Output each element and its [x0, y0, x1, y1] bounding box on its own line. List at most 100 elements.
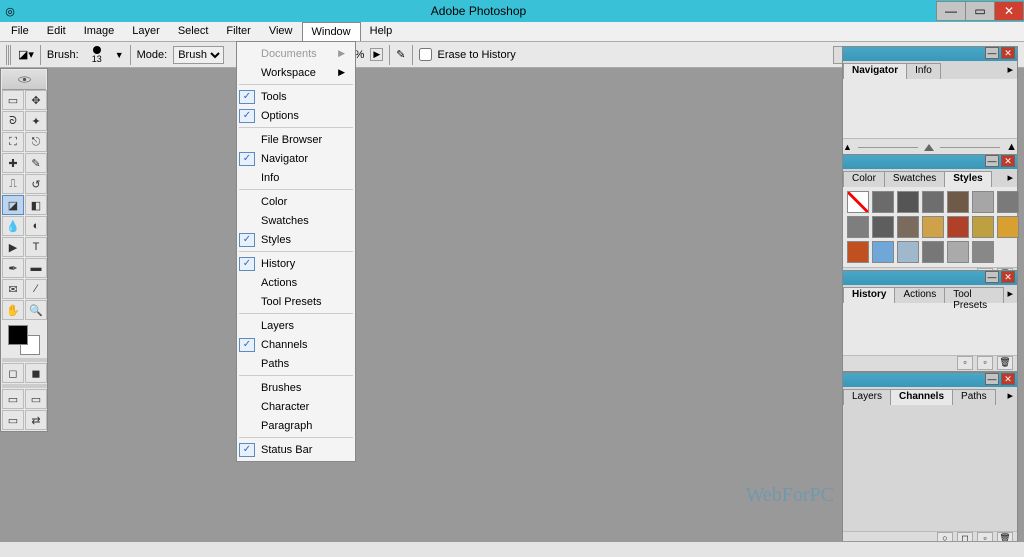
magic-wand-tool[interactable]: ✦	[25, 111, 47, 131]
panel-close-icon[interactable]: ✕	[1001, 373, 1015, 385]
tab-channels[interactable]: Channels	[890, 389, 953, 405]
zoom-out-icon[interactable]: ▲	[843, 142, 852, 152]
style-swatch[interactable]	[972, 191, 994, 213]
window-menu-actions[interactable]: Actions	[237, 273, 355, 292]
panel-close-icon[interactable]: ✕	[1001, 271, 1015, 283]
panel-close-icon[interactable]: ✕	[1001, 47, 1015, 59]
style-swatch[interactable]	[872, 241, 894, 263]
window-menu-layers[interactable]: Layers	[237, 316, 355, 335]
style-swatch[interactable]	[847, 216, 869, 238]
window-menu-tool-presets[interactable]: Tool Presets	[237, 292, 355, 311]
screenmode-full[interactable]: ▭	[2, 410, 24, 430]
brush-tool[interactable]: ✎	[25, 153, 47, 173]
window-menu-history[interactable]: ✓History	[237, 254, 355, 273]
tab-styles[interactable]: Styles	[944, 171, 991, 187]
standard-mode-icon[interactable]: ◻	[2, 363, 24, 383]
style-swatch[interactable]	[847, 241, 869, 263]
style-swatch[interactable]	[922, 216, 944, 238]
window-menu-info[interactable]: Info	[237, 168, 355, 187]
window-menu-navigator[interactable]: ✓Navigator	[237, 149, 355, 168]
style-swatch[interactable]	[997, 216, 1019, 238]
foreground-background-swatches[interactable]	[2, 321, 47, 357]
panel-minimize-icon[interactable]: —	[985, 47, 999, 59]
style-swatch[interactable]	[847, 191, 869, 213]
eyedropper-tool[interactable]: ⁄	[25, 279, 47, 299]
eraser-tool[interactable]: ◪	[2, 195, 24, 215]
style-swatch[interactable]	[922, 241, 944, 263]
tab-color[interactable]: Color	[843, 171, 885, 187]
window-menu-paragraph[interactable]: Paragraph	[237, 416, 355, 435]
screenmode-full-menu[interactable]: ▭	[25, 389, 47, 409]
style-swatch[interactable]	[872, 191, 894, 213]
eraser-tool-icon[interactable]: ◪▾	[18, 48, 34, 61]
window-menu-status-bar[interactable]: ✓Status Bar	[237, 440, 355, 459]
style-swatch[interactable]	[947, 216, 969, 238]
blur-tool[interactable]: 💧	[2, 216, 24, 236]
delete-state-icon[interactable]: 🗑	[997, 356, 1013, 370]
style-swatch[interactable]	[972, 216, 994, 238]
move-tool[interactable]: ✥	[25, 90, 47, 110]
airbrush-icon[interactable]: ✎	[396, 48, 405, 61]
menu-select[interactable]: Select	[169, 22, 218, 41]
window-menu-brushes[interactable]: Brushes	[237, 378, 355, 397]
panel-minimize-icon[interactable]: —	[985, 271, 999, 283]
menu-window[interactable]: Window	[302, 22, 361, 41]
gradient-tool[interactable]: ◧	[25, 195, 47, 215]
navigator-zoom-slider[interactable]: ▲ ▲	[843, 139, 1017, 155]
tab-actions[interactable]: Actions	[894, 287, 945, 303]
window-menu-workspace[interactable]: Workspace▶	[237, 63, 355, 82]
tab-swatches[interactable]: Swatches	[884, 171, 945, 187]
tab-paths[interactable]: Paths	[952, 389, 996, 405]
window-menu-file-browser[interactable]: File Browser	[237, 130, 355, 149]
menu-layer[interactable]: Layer	[123, 22, 169, 41]
style-swatch[interactable]	[897, 241, 919, 263]
panel-menu-icon[interactable]: ▸	[1003, 63, 1017, 79]
crop-tool[interactable]: ⛶	[2, 132, 24, 152]
hand-tool[interactable]: ✋	[2, 300, 24, 320]
tab-history[interactable]: History	[843, 287, 895, 303]
lasso-tool[interactable]: ᘐ	[2, 111, 24, 131]
path-select-tool[interactable]: ▶	[2, 237, 24, 257]
type-tool[interactable]: T	[25, 237, 47, 257]
chevron-right-icon[interactable]: ▶	[370, 48, 383, 61]
panel-minimize-icon[interactable]: —	[985, 373, 999, 385]
minimize-button[interactable]: —	[936, 1, 966, 21]
panel-menu-icon[interactable]: ▸	[1003, 389, 1017, 405]
tab-info[interactable]: Info	[906, 63, 941, 79]
notes-tool[interactable]: ✉	[2, 279, 24, 299]
window-menu-tools[interactable]: ✓Tools	[237, 87, 355, 106]
style-swatch[interactable]	[972, 241, 994, 263]
menu-file[interactable]: File	[2, 22, 38, 41]
slice-tool[interactable]: ⎋	[25, 132, 47, 152]
chevron-down-icon[interactable]: ▼	[115, 50, 124, 60]
style-swatch[interactable]	[897, 191, 919, 213]
shape-tool[interactable]: ▬	[25, 258, 47, 278]
menu-edit[interactable]: Edit	[38, 22, 75, 41]
foreground-swatch[interactable]	[8, 325, 28, 345]
history-brush-tool[interactable]: ↺	[25, 174, 47, 194]
window-menu-paths[interactable]: Paths	[237, 354, 355, 373]
zoom-in-icon[interactable]: ▲	[1006, 141, 1017, 153]
style-swatch[interactable]	[947, 241, 969, 263]
zoom-tool[interactable]: 🔍	[25, 300, 47, 320]
clone-stamp-tool[interactable]: ⎍	[2, 174, 24, 194]
quickmask-mode-icon[interactable]: ◼	[25, 363, 47, 383]
tab-navigator[interactable]: Navigator	[843, 63, 907, 79]
panel-minimize-icon[interactable]: —	[985, 155, 999, 167]
erase-to-history-checkbox[interactable]	[419, 48, 432, 61]
panel-menu-icon[interactable]: ▸	[1003, 287, 1017, 303]
style-swatch[interactable]	[997, 191, 1019, 213]
window-menu-options[interactable]: ✓Options	[237, 106, 355, 125]
tab-layers[interactable]: Layers	[843, 389, 891, 405]
marquee-tool[interactable]: ▭	[2, 90, 24, 110]
dodge-tool[interactable]: ◐	[25, 216, 47, 236]
menu-help[interactable]: Help	[361, 22, 402, 41]
healing-brush-tool[interactable]: ✚	[2, 153, 24, 173]
panel-menu-icon[interactable]: ▸	[1003, 171, 1017, 187]
window-menu-color[interactable]: Color	[237, 192, 355, 211]
style-swatch[interactable]	[922, 191, 944, 213]
style-swatch[interactable]	[947, 191, 969, 213]
maximize-button[interactable]: ▭	[965, 1, 995, 21]
screenmode-standard[interactable]: ▭	[2, 389, 24, 409]
style-swatch[interactable]	[897, 216, 919, 238]
